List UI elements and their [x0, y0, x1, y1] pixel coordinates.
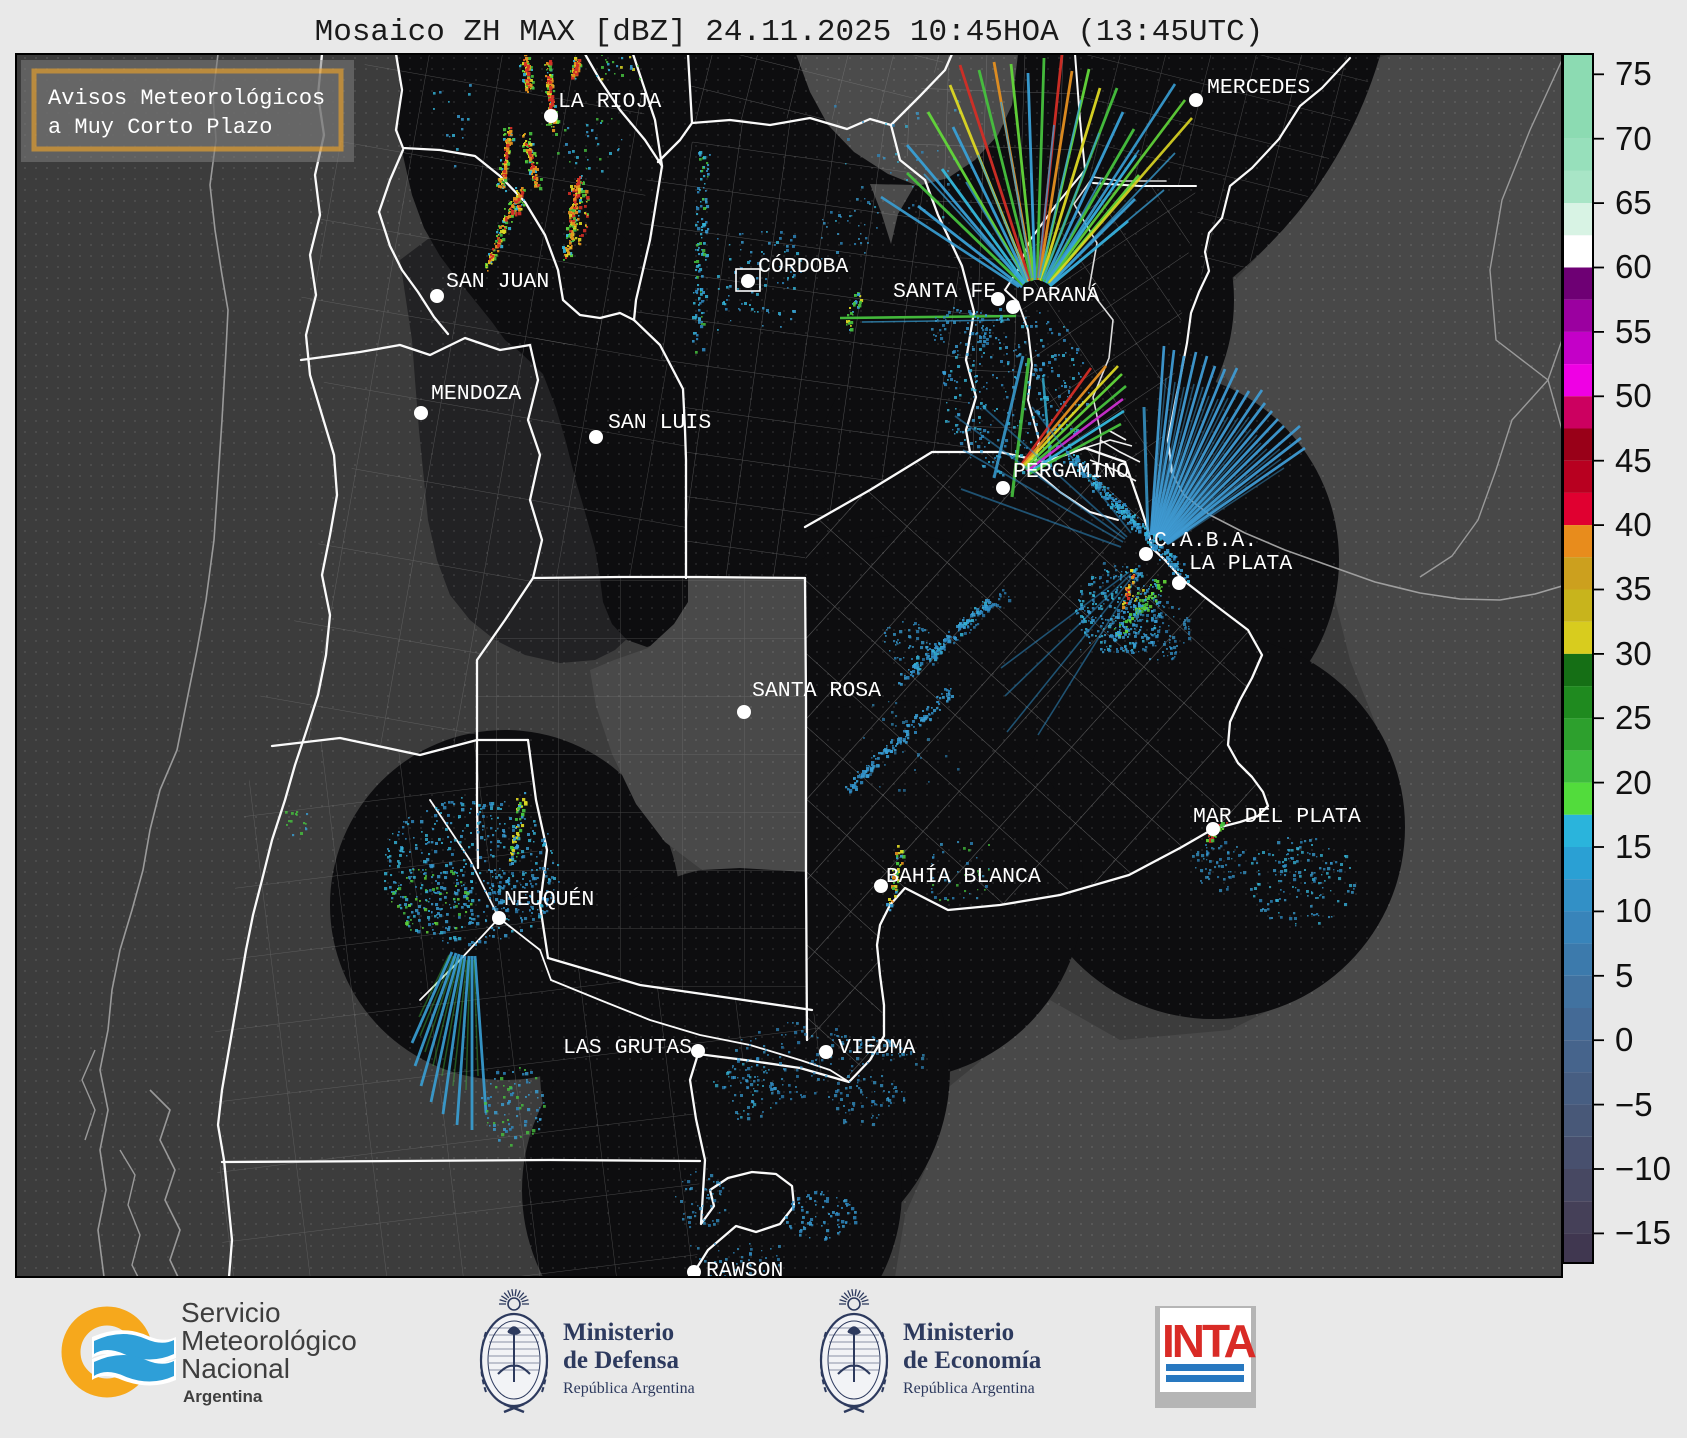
svg-text:Argentina: Argentina	[183, 1387, 263, 1406]
svg-text:Avisos Meteorológicos: Avisos Meteorológicos	[48, 86, 325, 111]
svg-text:Ministerio: Ministerio	[903, 1319, 1014, 1346]
svg-text:LA RIOJA: LA RIOJA	[558, 90, 661, 114]
svg-text:PERGAMINO: PERGAMINO	[1013, 460, 1129, 484]
svg-text:30: 30	[1615, 635, 1652, 672]
svg-text:75: 75	[1615, 55, 1652, 92]
svg-text:LA PLATA: LA PLATA	[1189, 552, 1292, 576]
svg-text:Mosaico ZH MAX [dBZ] 24.11.202: Mosaico ZH MAX [dBZ] 24.11.2025 10:45HOA…	[315, 15, 1264, 50]
svg-text:MAR DEL PLATA: MAR DEL PLATA	[1193, 805, 1361, 829]
svg-text:20: 20	[1615, 764, 1652, 801]
svg-text:SAN JUAN: SAN JUAN	[446, 270, 549, 294]
svg-text:MERCEDES: MERCEDES	[1207, 76, 1310, 100]
svg-text:−15: −15	[1615, 1214, 1671, 1251]
svg-text:0: 0	[1615, 1021, 1633, 1058]
svg-text:República Argentina: República Argentina	[903, 1380, 1035, 1397]
svg-text:−5: −5	[1615, 1086, 1653, 1123]
svg-text:25: 25	[1615, 699, 1652, 736]
svg-text:Ministerio: Ministerio	[563, 1319, 674, 1346]
svg-text:SANTA FE: SANTA FE	[893, 280, 996, 304]
svg-text:C.A.B.A.: C.A.B.A.	[1154, 529, 1257, 553]
svg-text:65: 65	[1615, 184, 1652, 221]
svg-text:VIEDMA: VIEDMA	[838, 1036, 916, 1060]
svg-text:Nacional: Nacional	[181, 1353, 290, 1384]
svg-text:10: 10	[1615, 892, 1652, 929]
svg-text:PARANÁ: PARANÁ	[1022, 282, 1100, 308]
svg-text:BAHÍA BLANCA: BAHÍA BLANCA	[886, 863, 1041, 889]
svg-text:55: 55	[1615, 313, 1652, 350]
svg-text:LAS GRUTAS: LAS GRUTAS	[563, 1036, 692, 1060]
svg-text:35: 35	[1615, 570, 1652, 607]
svg-text:CÓRDOBA: CÓRDOBA	[758, 253, 848, 279]
svg-text:15: 15	[1615, 828, 1652, 865]
svg-text:40: 40	[1615, 506, 1652, 543]
svg-text:SANTA ROSA: SANTA ROSA	[752, 679, 881, 703]
svg-text:de Defensa: de Defensa	[563, 1347, 679, 1374]
svg-text:70: 70	[1615, 120, 1652, 157]
svg-text:de Economía: de Economía	[903, 1347, 1042, 1374]
svg-text:5: 5	[1615, 957, 1633, 994]
svg-text:NEUQUÉN: NEUQUÉN	[504, 886, 594, 912]
svg-text:50: 50	[1615, 377, 1652, 414]
svg-text:−10: −10	[1615, 1150, 1671, 1187]
svg-text:a Muy Corto Plazo: a Muy Corto Plazo	[48, 115, 272, 140]
svg-text:45: 45	[1615, 442, 1652, 479]
svg-text:SAN LUIS: SAN LUIS	[608, 411, 711, 435]
svg-text:INTA: INTA	[1162, 1315, 1256, 1367]
svg-text:Servicio: Servicio	[181, 1297, 281, 1328]
svg-text:República Argentina: República Argentina	[563, 1380, 695, 1397]
svg-text:60: 60	[1615, 248, 1652, 285]
svg-text:MENDOZA: MENDOZA	[431, 382, 521, 406]
svg-text:Meteorológico: Meteorológico	[181, 1325, 357, 1356]
